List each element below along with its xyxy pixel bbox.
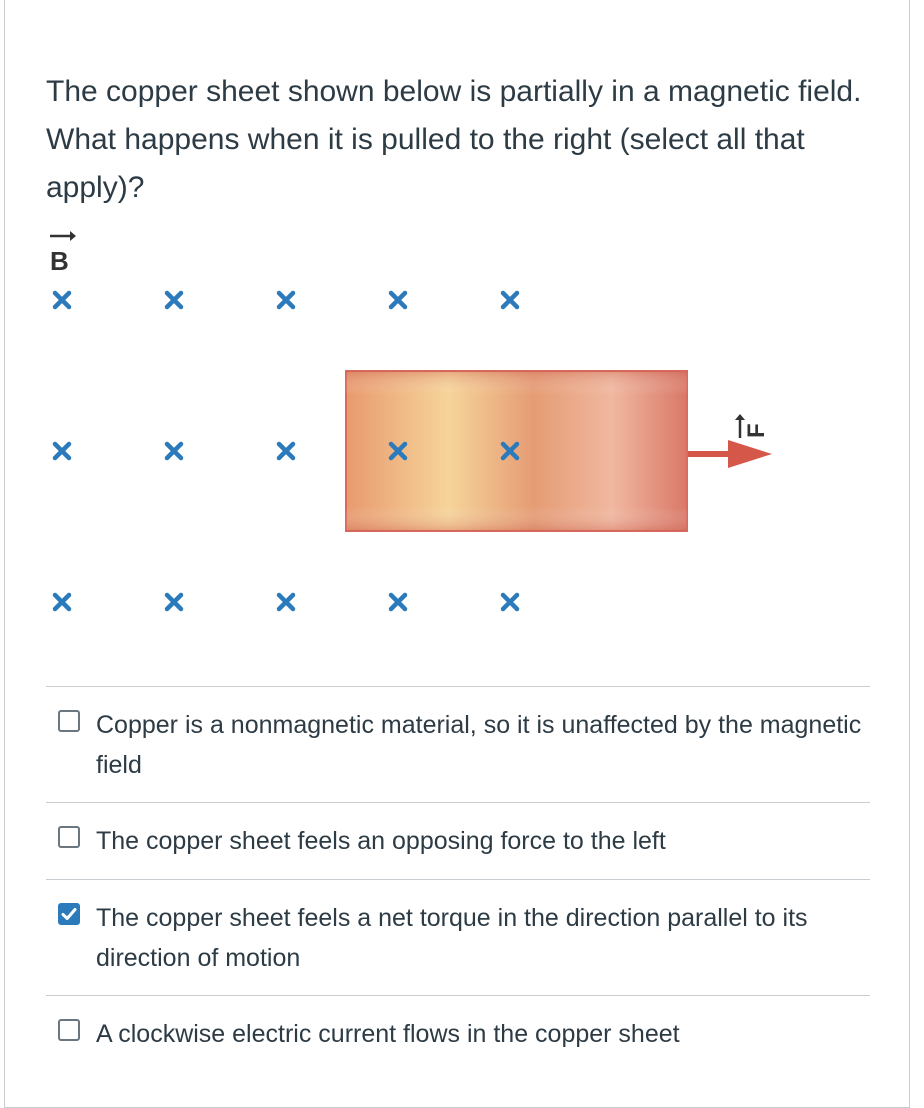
field-x-marker bbox=[388, 592, 408, 612]
answer-checkbox[interactable] bbox=[58, 1019, 80, 1041]
svg-text:F: F bbox=[743, 423, 770, 438]
field-x-marker bbox=[52, 441, 72, 461]
field-x-marker bbox=[164, 592, 184, 612]
force-arrow bbox=[688, 440, 772, 468]
answer-option-2[interactable]: The copper sheet feels an opposing force… bbox=[46, 802, 870, 879]
figure-svg: B F bbox=[50, 231, 772, 612]
field-x-marker bbox=[276, 441, 296, 461]
answer-checkbox[interactable] bbox=[58, 710, 80, 732]
field-x-marker bbox=[276, 592, 296, 612]
answer-list: Copper is a nonmagnetic material, so it … bbox=[46, 686, 870, 1072]
question-text: The copper sheet shown below is partiall… bbox=[46, 75, 862, 204]
field-x-marker bbox=[500, 290, 520, 310]
answer-text: A clockwise electric current flows in th… bbox=[96, 1020, 680, 1048]
svg-text:B: B bbox=[50, 246, 69, 276]
field-x-marker bbox=[164, 441, 184, 461]
force-label-f: F bbox=[735, 414, 770, 438]
answer-checkbox-checked[interactable] bbox=[58, 903, 80, 925]
answer-checkbox[interactable] bbox=[58, 826, 80, 848]
field-x-marker bbox=[388, 290, 408, 310]
field-x-marker bbox=[52, 290, 72, 310]
answer-text: Copper is a nonmagnetic material, so it … bbox=[96, 711, 862, 779]
checkmark-icon bbox=[61, 908, 77, 920]
field-x-marker bbox=[500, 592, 520, 612]
answer-option-4[interactable]: A clockwise electric current flows in th… bbox=[46, 995, 870, 1072]
answer-option-3[interactable]: The copper sheet feels a net torque in t… bbox=[46, 879, 870, 995]
answer-text: The copper sheet feels an opposing force… bbox=[96, 827, 666, 855]
answer-option-1[interactable]: Copper is a nonmagnetic material, so it … bbox=[46, 686, 870, 802]
field-x-marker bbox=[164, 290, 184, 310]
field-x-marker bbox=[52, 592, 72, 612]
field-x-marker bbox=[276, 290, 296, 310]
magnetic-field-figure: B F bbox=[40, 228, 800, 628]
field-label-b: B bbox=[50, 231, 76, 276]
answer-text: The copper sheet feels a net torque in t… bbox=[96, 904, 808, 972]
